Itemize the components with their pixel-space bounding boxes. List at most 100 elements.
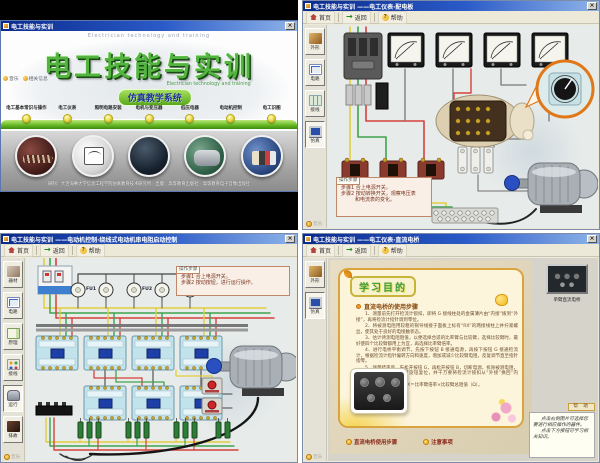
- menu-sphere-button[interactable]: [185, 114, 194, 123]
- circuit-breaker[interactable]: [38, 266, 72, 294]
- circuit-breaker[interactable]: [344, 33, 382, 79]
- sidebar-simulation[interactable]: 仿真: [305, 292, 325, 319]
- back-button[interactable]: →返回: [342, 244, 371, 257]
- help-button[interactable]: ?帮助: [378, 244, 407, 257]
- fuse-link[interactable]: [458, 147, 467, 173]
- home-button[interactable]: 首页: [306, 244, 335, 257]
- link-usage-steps[interactable]: 直流电桥使用步骤: [346, 438, 397, 446]
- window-title: 电工技能与实训 ——电动机控制·绕线式电动机串电阻启动控制: [11, 235, 177, 244]
- analog-meter[interactable]: [388, 33, 424, 67]
- fuse[interactable]: [71, 279, 85, 301]
- help-button[interactable]: ?帮助: [378, 11, 407, 24]
- menu-sphere-button[interactable]: [104, 114, 113, 123]
- sidebar-wiring[interactable]: 接线: [3, 354, 23, 381]
- analog-meter[interactable]: [484, 33, 520, 67]
- contactor[interactable]: [132, 386, 174, 420]
- sidebar-wiring[interactable]: 接线: [305, 90, 325, 117]
- toolbar: 首页 →返回 ?帮助: [1, 244, 297, 257]
- back-button[interactable]: →返回: [40, 244, 69, 257]
- menu-item-meters[interactable]: 电工仪表: [47, 105, 88, 111]
- menu-sphere-button[interactable]: [226, 114, 235, 123]
- sidebar-appearance[interactable]: 外形: [305, 261, 325, 288]
- menu-item-diagrams[interactable]: 电工识图: [251, 105, 292, 111]
- home-button[interactable]: 首页: [306, 11, 335, 24]
- home-icon: [310, 14, 317, 20]
- help-tab: 帮 助: [568, 403, 595, 412]
- simulation-area[interactable]: FU1 FU2 操作步骤 步骤1 合上电源开关。 步骤2 按动按钮，进行运行操作…: [26, 258, 296, 461]
- back-button[interactable]: →返回: [342, 11, 371, 24]
- menu-item-lighting[interactable]: 照明电路安装: [88, 105, 129, 111]
- music-toggle[interactable]: 音乐: [4, 454, 20, 460]
- app-icon: [305, 3, 311, 9]
- view-sidebar: 器材 电路 原理 接线 运行 排故: [2, 258, 25, 461]
- fuse[interactable]: [155, 279, 169, 301]
- menu-sphere-button[interactable]: [267, 114, 276, 123]
- contactor[interactable]: [36, 336, 78, 370]
- menu-item-lowvoltage[interactable]: 低压电器: [169, 105, 210, 111]
- menu-sphere-button[interactable]: [63, 114, 72, 123]
- sidebar-simulation[interactable]: 仿真: [305, 121, 325, 148]
- menu-item-basics[interactable]: 电工基本常识与操作: [6, 105, 47, 111]
- menu-sphere-button[interactable]: [22, 114, 31, 123]
- contactor[interactable]: [84, 336, 126, 370]
- fuse-group-label: FU1: [86, 287, 96, 292]
- sidebar-equipment[interactable]: 器材: [3, 261, 23, 288]
- terminal-strip[interactable]: [432, 208, 498, 223]
- back-arrow-icon: →: [346, 14, 353, 20]
- simulation-area[interactable]: 操作步骤 步骤1 合上电源开关。 步骤2 按动转换开关，观察电压表 和电流表的变…: [328, 25, 598, 228]
- bullet-icon: [356, 304, 361, 309]
- contactor[interactable]: [132, 336, 174, 370]
- tools-icon: [7, 421, 20, 432]
- analog-meter[interactable]: [436, 33, 472, 67]
- splash-screen-quadrant: 电工技能与实训 × Electrician technology and tra…: [0, 0, 298, 230]
- menu-item-machines[interactable]: 电机与变压器: [129, 105, 170, 111]
- question-icon: ?: [382, 247, 389, 254]
- learning-panel: 学习目的 直流电桥的使用步骤 1、测量前先打开检流计锁扣，即将 G 接线柱处的金…: [338, 268, 524, 428]
- sidebar-run[interactable]: 运行: [3, 385, 23, 412]
- sidebar-troubleshoot[interactable]: 排故: [3, 416, 23, 443]
- bridge-thumbnail[interactable]: [546, 264, 588, 294]
- fuse[interactable]: [127, 279, 141, 301]
- screenshot-grid: 电工技能与实训 × Electrician technology and tra…: [0, 0, 600, 463]
- contactor[interactable]: [84, 386, 126, 420]
- question-icon: ?: [382, 14, 389, 21]
- leaf-icon: [344, 270, 352, 278]
- home-button[interactable]: 首页: [4, 244, 33, 257]
- sidebar-principle[interactable]: 原理: [3, 323, 23, 350]
- close-button[interactable]: ×: [587, 2, 597, 10]
- help-note: 点击右侧图片可选择您要进行相应操作的器件。 点击下方按钮可学习相关知识。: [529, 412, 595, 458]
- fuse-link[interactable]: [471, 147, 480, 173]
- current-transformer[interactable]: [418, 158, 444, 179]
- photo-meter: [72, 135, 114, 177]
- meter-panel-window: 电工技能与实训 ——电工仪表·配电板 × 首页 →返回 ?帮助 外形 电路 接线…: [302, 0, 600, 230]
- current-transformer[interactable]: [380, 158, 406, 179]
- fuse[interactable]: [99, 279, 113, 301]
- link-precautions[interactable]: 注意事项: [423, 438, 453, 446]
- sidebar-circuit[interactable]: 电路: [3, 292, 23, 319]
- help-button[interactable]: ?帮助: [76, 244, 105, 257]
- music-toggle[interactable]: 音乐: [306, 221, 322, 227]
- starting-resistors[interactable]: [78, 418, 230, 438]
- splash-titlebar: 电工技能与实训 ×: [1, 21, 297, 31]
- music-toggle[interactable]: 音乐: [306, 454, 322, 460]
- terminal-busbar[interactable]: [36, 402, 72, 415]
- sidebar-appearance[interactable]: 外形: [305, 28, 325, 55]
- window-title: 电工技能与实训 ——电工仪表·直流电桥: [313, 235, 419, 244]
- chick-icon: [495, 294, 508, 306]
- view-sidebar: 外形 仿真: [304, 258, 327, 461]
- english-header: Electrician technology and training: [1, 33, 297, 39]
- close-button[interactable]: ×: [587, 235, 597, 243]
- current-transformer[interactable]: [342, 158, 368, 179]
- motor[interactable]: [505, 163, 599, 213]
- close-button[interactable]: ×: [285, 235, 295, 243]
- splash-window: 电工技能与实训 × Electrician technology and tra…: [0, 20, 298, 192]
- close-button[interactable]: ×: [285, 22, 295, 30]
- fuse-cartridges[interactable]: [346, 83, 388, 109]
- dc-bridge-window: 电工技能与实训 ——电工仪表·直流电桥 × 首页 →返回 ?帮助 外形 仿真: [302, 233, 600, 463]
- bridge-photo-frame: [350, 368, 408, 414]
- sidebar-circuit[interactable]: 电路: [305, 59, 325, 86]
- menu-sphere-button[interactable]: [145, 114, 154, 123]
- circuit-icon: [309, 64, 322, 75]
- fuse-link[interactable]: [484, 147, 493, 173]
- menu-item-motorcontrol[interactable]: 电动机控制: [210, 105, 251, 111]
